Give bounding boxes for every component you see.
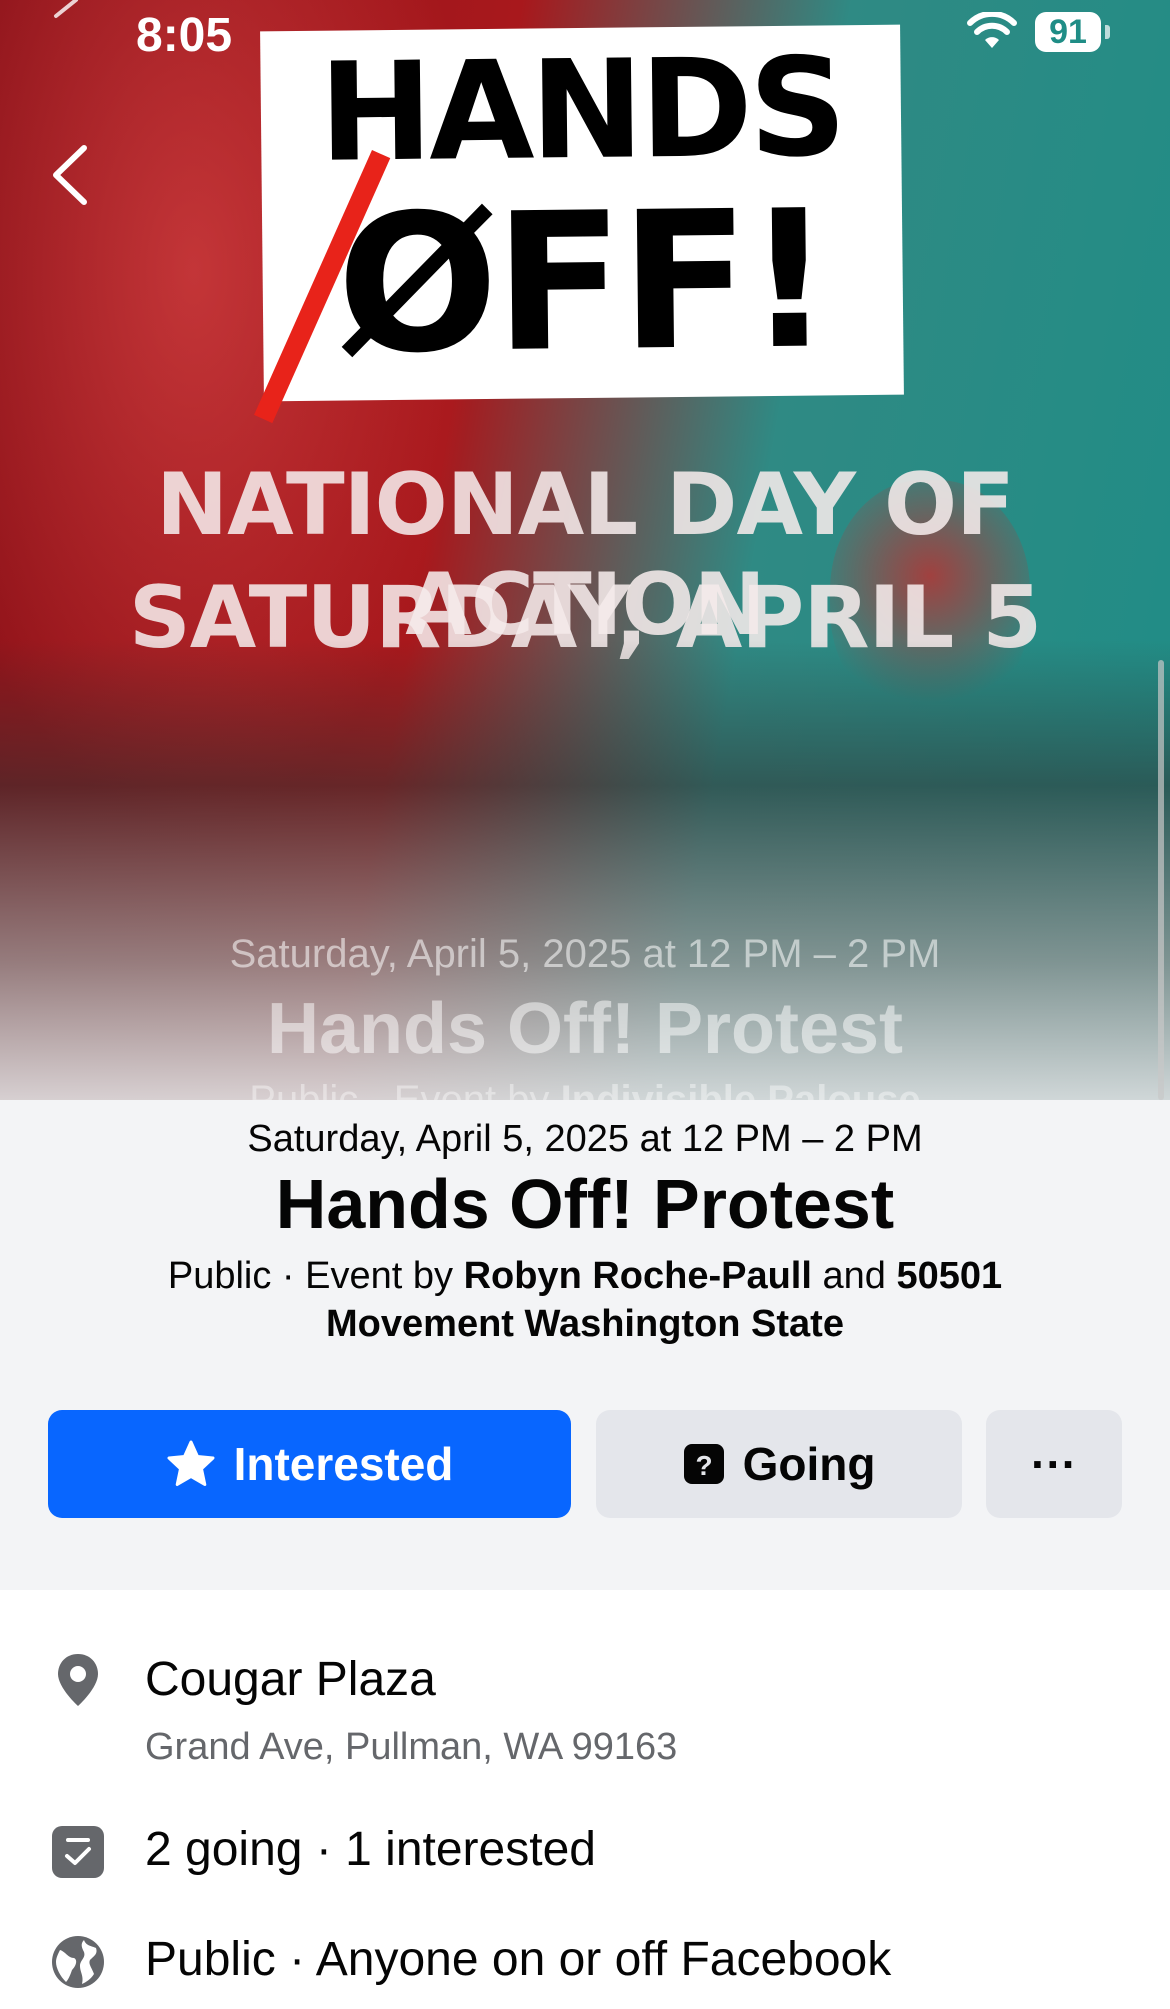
wifi-icon [967,12,1017,48]
star-icon [167,1440,215,1486]
event-cover-image[interactable]: HANDS ØFF! NATIONAL DAY OF ACTION SATURD… [0,0,1170,1160]
location-name[interactable]: Cougar Plaza [145,1652,436,1707]
location-address: Grand Ave, Pullman, WA 99163 [145,1726,678,1768]
calendar-check-icon [52,1826,104,1878]
host-link-robyn[interactable]: Robyn Roche-Paull [464,1255,812,1297]
svg-text:?: ? [695,1450,712,1481]
event-privacy: Public [167,1255,272,1297]
battery-tip [1105,25,1110,39]
event-title: Hands Off! Protest [275,1165,895,1243]
more-options-button[interactable]: ··· [986,1410,1122,1518]
interested-label: Interested [233,1438,454,1490]
going-button[interactable]: ? Going [596,1410,962,1518]
question-calendar-icon: ? [683,1444,724,1484]
location-pin-icon [58,1654,98,1706]
logo-line-hands: HANDS [318,29,844,193]
back-button[interactable] [46,140,96,210]
event-subtitle: Public · Event by Robyn Roche-Paull and … [120,1252,1050,1348]
ghost-event-date: Saturday, April 5, 2025 at 12 PM – 2 PM [229,932,941,976]
event-date: Saturday, April 5, 2025 at 12 PM – 2 PM [247,1118,923,1160]
globe-icon [52,1936,104,1988]
event-by-prefix: · Event by [271,1255,464,1297]
status-indicators: 91 [967,12,1110,52]
going-label: Going [742,1438,876,1490]
more-dots-icon: ··· [1031,1438,1077,1490]
partial-chevron-icon [54,0,78,18]
host-conjunction: and [811,1255,897,1297]
scrollbar[interactable] [1158,660,1164,1100]
interested-button[interactable]: Interested [48,1410,571,1518]
attendance-summary[interactable]: 2 going · 1 interested [145,1822,596,1877]
battery-level: 91 [1035,12,1101,52]
status-time: 8:05 [136,9,233,62]
ghost-event-title: Hands Off! Protest [266,989,904,1069]
visibility-info: Public · Anyone on or off Facebook [145,1933,892,1986]
